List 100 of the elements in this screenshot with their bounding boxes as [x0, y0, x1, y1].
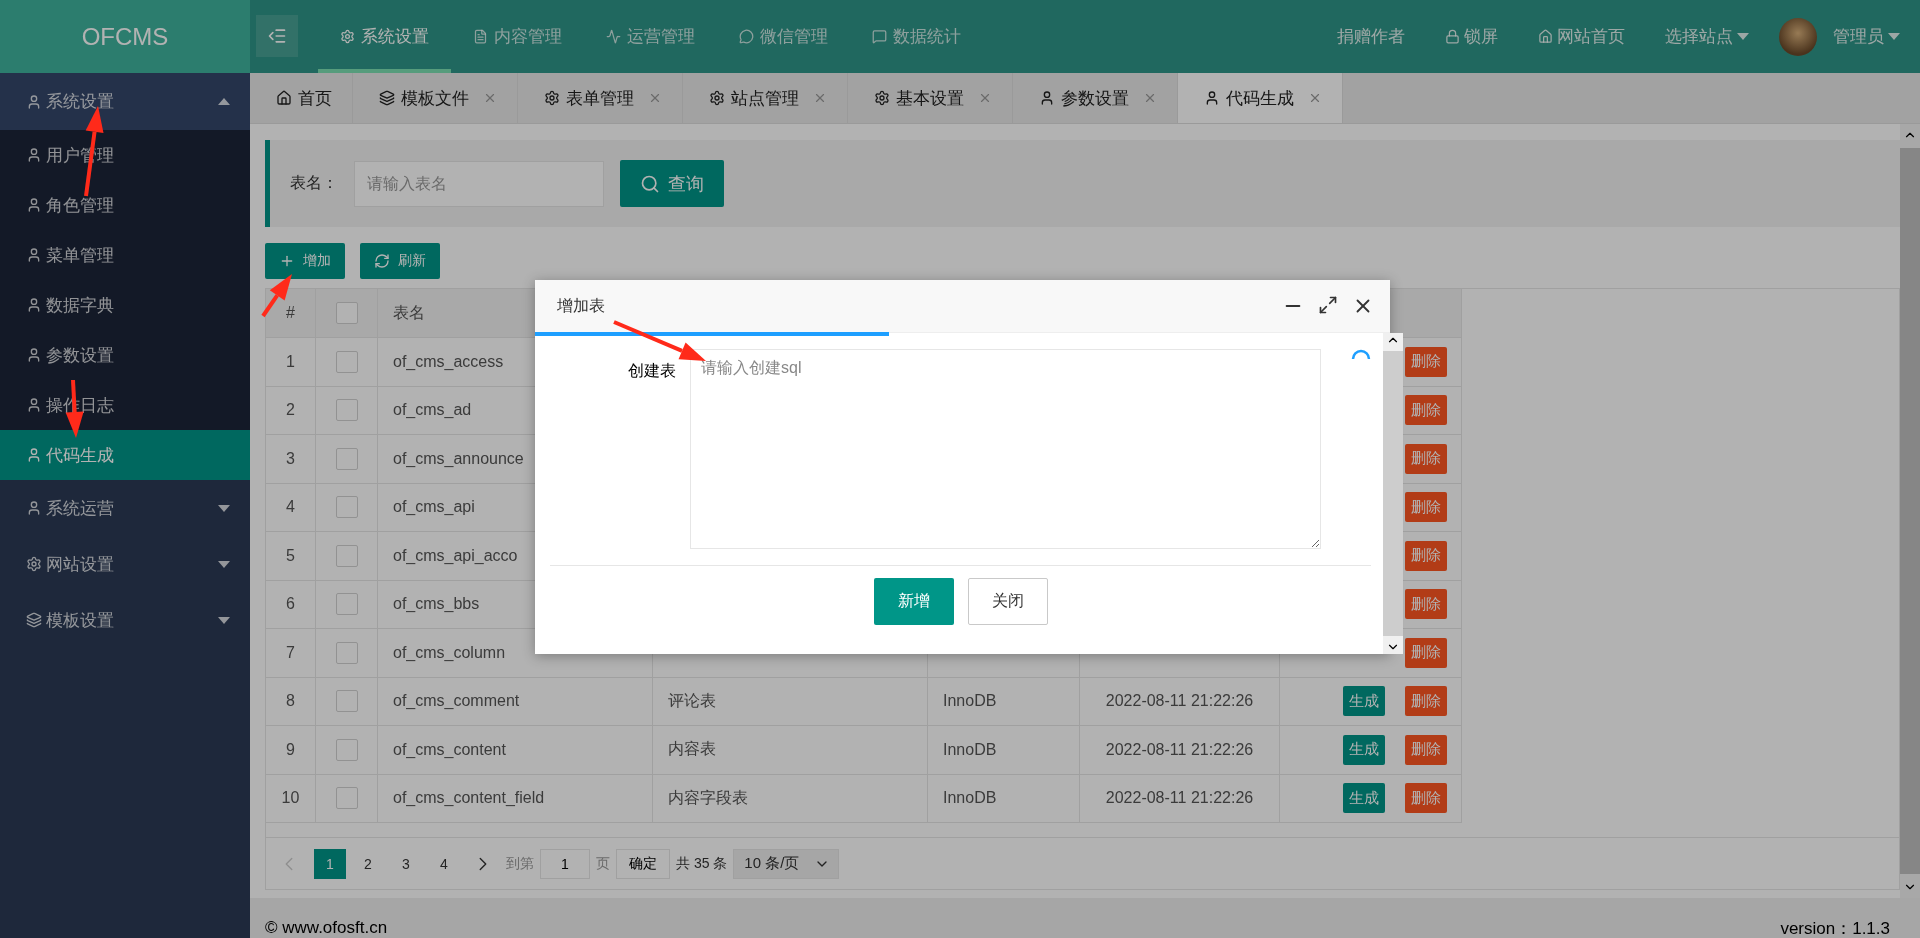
- table-cell-text: 内容表: [668, 739, 716, 760]
- generate-button[interactable]: 生成: [1343, 783, 1385, 814]
- nav-item[interactable]: 微信管理: [717, 0, 850, 73]
- delete-button[interactable]: 删除: [1405, 346, 1447, 377]
- delete-button[interactable]: 删除: [1405, 686, 1447, 717]
- table-cell: of_cms_bbs: [393, 595, 480, 614]
- sidebar-group[interactable]: 网站设置: [0, 536, 250, 592]
- avatar: [1779, 17, 1817, 56]
- delete-button[interactable]: 删除: [1405, 395, 1447, 426]
- user-icon: [26, 93, 42, 110]
- row-number: 4: [286, 498, 295, 517]
- gear-icon: [26, 556, 42, 572]
- row-checkbox[interactable]: [335, 641, 358, 664]
- sidebar-group[interactable]: 模板设置: [0, 592, 250, 648]
- row-checkbox[interactable]: [335, 447, 358, 470]
- nav-item[interactable]: 运营管理: [584, 0, 717, 73]
- menu-icon: [267, 26, 287, 46]
- gear-icon: [544, 90, 560, 106]
- row-checkbox[interactable]: [335, 496, 358, 519]
- table-cell: of_cms_announce: [393, 449, 524, 468]
- page-field[interactable]: 1: [540, 848, 590, 879]
- speech-bubble-icon: [872, 29, 887, 44]
- sql-field[interactable]: 请输入创建sql: [690, 349, 1321, 549]
- row-checkbox[interactable]: [335, 399, 358, 422]
- page-number[interactable]: 1: [314, 848, 346, 879]
- toolbar-button[interactable]: 增加: [265, 243, 345, 279]
- table-cell: of_cms_column: [393, 643, 506, 662]
- gear-icon: [874, 90, 890, 106]
- goto-label: 到第: [506, 854, 534, 873]
- add-button[interactable]: 新增: [873, 578, 954, 625]
- header-link[interactable]: 网站首页: [1518, 0, 1645, 73]
- lock-icon: [1445, 29, 1460, 44]
- header-link[interactable]: 捐赠作者: [1317, 0, 1425, 73]
- sidebar-group[interactable]: 系统运营: [0, 480, 250, 536]
- row-number: 5: [286, 546, 295, 565]
- gear-icon: [709, 90, 725, 106]
- row-checkbox[interactable]: [335, 690, 358, 713]
- table-cell: of_cms_access: [393, 352, 504, 371]
- table-name-field[interactable]: 请输入表名: [354, 160, 604, 207]
- sidebar-item[interactable]: 参数设置: [0, 330, 250, 380]
- dialog-title: 增加表: [557, 295, 605, 316]
- row-number: 2: [286, 401, 295, 420]
- table-cell: InnoDB: [943, 740, 997, 759]
- sidebar-group-label: 网站设置: [46, 553, 115, 576]
- page-scrollbar[interactable]: [1900, 124, 1920, 898]
- gear-icon: [340, 29, 355, 44]
- tab[interactable]: 代码生成: [1178, 73, 1343, 123]
- row-checkbox[interactable]: [335, 593, 358, 616]
- sidebar-item[interactable]: 数据字典: [0, 280, 250, 330]
- page-number[interactable]: 3: [390, 848, 422, 879]
- column-header: 表名: [393, 302, 425, 323]
- row-checkbox[interactable]: [335, 544, 358, 567]
- delete-button[interactable]: 删除: [1405, 589, 1447, 620]
- table-cell: 2022-08-11 21:22:26: [1105, 789, 1254, 808]
- table-cell: of_cms_api: [393, 498, 475, 517]
- row-checkbox[interactable]: [335, 738, 358, 761]
- sidebar-group[interactable]: 系统设置: [0, 73, 250, 130]
- generate-button[interactable]: 生成: [1343, 734, 1385, 765]
- nav-item[interactable]: 数据统计: [850, 0, 983, 73]
- select-all-checkbox[interactable]: [335, 302, 358, 324]
- user-menu[interactable]: 管理员: [1769, 0, 1920, 73]
- delete-button[interactable]: 删除: [1405, 734, 1447, 765]
- logo: OFCMS: [0, 0, 250, 73]
- close-button[interactable]: 关闭: [967, 578, 1048, 625]
- home-icon: [276, 90, 292, 106]
- row-number: 8: [286, 692, 295, 711]
- page-number[interactable]: 2: [352, 848, 384, 879]
- search-icon: [640, 173, 660, 194]
- row-checkbox[interactable]: [335, 350, 358, 373]
- sidebar-item[interactable]: 代码生成: [0, 430, 250, 480]
- dialog-scrollbar[interactable]: [1383, 333, 1403, 654]
- delete-button[interactable]: 删除: [1405, 492, 1447, 523]
- plus-icon: [279, 253, 295, 269]
- version: version：1.1.3: [1780, 917, 1890, 938]
- sidebar-item[interactable]: 菜单管理: [0, 230, 250, 280]
- generate-button[interactable]: 生成: [1343, 686, 1385, 717]
- toolbar-button[interactable]: 刷新: [360, 243, 440, 279]
- user-icon: [26, 297, 42, 313]
- delete-button[interactable]: 删除: [1405, 443, 1447, 474]
- header-link[interactable]: 选择站点: [1645, 0, 1769, 73]
- column-header: #: [286, 304, 295, 322]
- delete-button[interactable]: 删除: [1405, 783, 1447, 814]
- row-number: 1: [286, 352, 295, 371]
- header-link[interactable]: 锁屏: [1425, 0, 1518, 73]
- confirm-button[interactable]: 确定: [616, 848, 670, 879]
- search-label: 表名：: [290, 173, 338, 193]
- page-number[interactable]: 4: [428, 848, 460, 879]
- field-label: 创建表: [627, 361, 676, 381]
- row-checkbox[interactable]: [335, 787, 358, 810]
- sidebar-group-label: 模板设置: [46, 609, 115, 632]
- search-button[interactable]: 查询: [620, 160, 724, 207]
- user-icon: [1204, 90, 1220, 106]
- table-cell: InnoDB: [943, 692, 997, 711]
- page-size-select[interactable]: 10 条/页: [733, 848, 840, 879]
- delete-button[interactable]: 删除: [1405, 540, 1447, 571]
- sidebar-item[interactable]: 角色管理: [0, 180, 250, 230]
- maximize-icon[interactable]: [1318, 295, 1338, 315]
- delete-button[interactable]: 删除: [1405, 637, 1447, 668]
- nav-item[interactable]: 内容管理: [451, 0, 584, 73]
- row-number: 9: [286, 740, 295, 759]
